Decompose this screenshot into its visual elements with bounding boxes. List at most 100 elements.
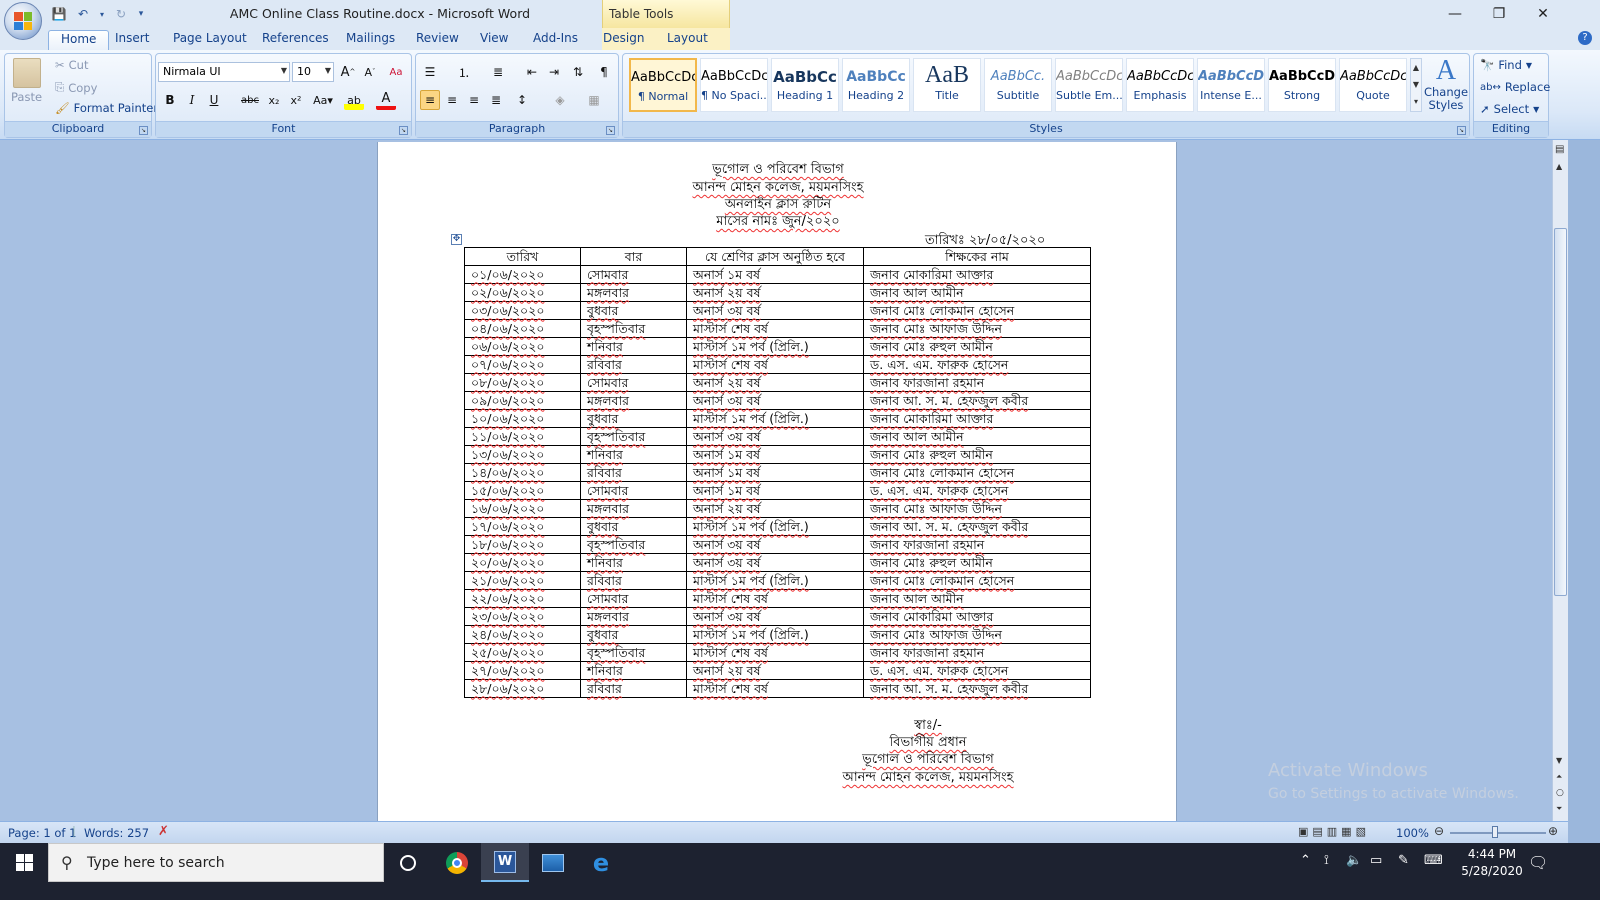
table-cell[interactable]: জনাব মোঃ রুহুল আমীন [863,553,1091,572]
table-cell[interactable]: ড. এস. এম. ফারুক হোসেন [863,355,1091,374]
table-cell[interactable]: ০৭/০৬/২০২০ [464,355,581,374]
tab-view[interactable]: View [468,30,520,50]
table-cell[interactable]: জনাব মোকারিমা আক্তার [863,265,1091,284]
font-color-icon[interactable]: A [376,90,396,110]
bullets-icon[interactable]: ☰ [420,62,440,82]
tab-home[interactable]: Home [48,30,110,50]
table-cell[interactable]: বুধবার [580,301,687,320]
table-cell[interactable]: অনার্স ৩য় বর্ষ [686,427,864,446]
table-cell[interactable]: শনিবার [580,661,687,680]
zoom-slider-handle[interactable] [1492,826,1498,838]
show-marks-icon[interactable]: ¶ [594,62,614,82]
style-strong[interactable]: AaBbCcDcStrong [1268,58,1336,112]
table-cell[interactable]: মাস্টার্স ১ম পর্ব (প্রিলি.) [686,409,864,428]
style-no-spacing[interactable]: AaBbCcDc ¶ No Spaci... [700,58,768,112]
table-cell[interactable]: জনাব মোঃ লোকমান হোসেন [863,301,1091,320]
shading-icon[interactable]: ◈ [550,90,570,110]
style-emphasis[interactable]: AaBbCcDc Emphasis [1126,58,1194,112]
table-cell[interactable]: মাস্টার্স ১ম পর্ব (প্রিলি.) [686,571,864,590]
network-icon[interactable]: ⟟ [1324,853,1329,868]
tab-layout[interactable]: Layout [655,30,720,50]
table-cell[interactable]: ১৩/০৬/২০২০ [464,445,581,464]
table-cell[interactable]: ২৮/০৬/২০২০ [464,679,581,698]
close-button[interactable]: ✕ [1520,0,1566,28]
help-icon[interactable]: ? [1578,31,1592,45]
table-cell[interactable]: অনার্স ২য় বর্ষ [686,283,864,302]
table-cell[interactable]: বৃহস্পতিবার [580,643,687,662]
keyboard-icon[interactable]: ⌨ [1424,853,1443,868]
subscript-icon[interactable]: x₂ [264,90,284,110]
windows-start-icon[interactable] [0,843,48,882]
restore-button[interactable]: ❐ [1476,0,1522,28]
style-quote[interactable]: AaBbCcDc Quote [1339,58,1407,112]
table-cell[interactable]: শনিবার [580,445,687,464]
view-buttons[interactable]: ▣▤▥▦▧ [1298,825,1370,838]
sort-icon[interactable]: ⇅ [568,62,588,82]
table-cell[interactable]: ০১/০৬/২০২০ [464,265,581,284]
highlight-icon[interactable]: ab [344,90,364,110]
table-cell[interactable]: মাস্টার্স ১ম পর্ব (প্রিলি.) [686,517,864,536]
table-cell[interactable]: অনার্স ২য় বর্ষ [686,373,864,392]
table-cell[interactable]: অনার্স ৩য় বর্ষ [686,535,864,554]
table-cell[interactable]: রবিবার [580,679,687,698]
scroll-down-icon[interactable]: ▼ [1556,756,1562,765]
table-cell[interactable]: মাস্টার্স ১ম পর্ব (প্রিলি.) [686,625,864,644]
tab-references[interactable]: References [250,30,341,50]
table-cell[interactable]: জনাব মোঃ আফাজ উদ্দিন [863,499,1091,518]
table-cell[interactable]: রবিবার [580,355,687,374]
table-cell[interactable]: ০২/০৬/২০২০ [464,283,581,302]
table-cell[interactable]: মাস্টার্স শেষ বর্ষ [686,679,864,698]
tab-add-ins[interactable]: Add-Ins [521,30,590,50]
table-cell[interactable]: বৃহস্পতিবার [580,535,687,554]
table-cell[interactable]: জনাব মোঃ লোকমান হোসেন [863,571,1091,590]
photos-icon[interactable] [529,843,577,882]
clipboard-launcher-icon[interactable]: ↘ [139,126,148,135]
justify-icon[interactable]: ≣ [486,90,506,110]
styles-launcher-icon[interactable]: ↘ [1457,126,1466,135]
table-cell[interactable]: জনাব ফারজানা রহমান [863,535,1091,554]
underline-icon[interactable]: U [204,90,224,110]
tab-design[interactable]: Design [591,30,656,50]
clock-date[interactable]: 5/28/2020 [1458,864,1526,878]
style-intense-emphasis[interactable]: AaBbCcDcIntense E... [1197,58,1265,112]
select-button[interactable]: ➚ Select ▼ [1480,102,1539,116]
table-cell[interactable]: জনাব ফারজানা রহমান [863,643,1091,662]
word-count[interactable]: Words: 257 [84,826,149,840]
borders-icon[interactable]: ▦ [584,90,604,110]
table-cell[interactable]: ১০/০৬/২০২০ [464,409,581,428]
zoom-out-icon[interactable]: ⊖ [1434,824,1444,838]
chevron-up-icon[interactable]: ▲ [1411,59,1421,76]
copy-button[interactable]: ⎘ Copy [55,80,97,95]
tab-review[interactable]: Review [404,30,471,50]
table-cell[interactable]: অনার্স ৩য় বর্ষ [686,301,864,320]
cortana-icon[interactable] [384,843,432,882]
table-cell[interactable]: সোমবার [580,265,687,284]
table-cell[interactable]: মঙ্গলবার [580,391,687,410]
style-normal[interactable]: AaBbCcDc ¶ Normal [629,58,697,112]
page-count[interactable]: Page: 1 of 1 [8,826,76,840]
table-cell[interactable]: ড. এস. এম. ফারুক হোসেন [863,661,1091,680]
table-cell[interactable]: ১১/০৬/২০২০ [464,427,581,446]
scrollbar-thumb[interactable] [1554,228,1567,596]
table-cell[interactable]: মাস্টার্স শেষ বর্ষ [686,319,864,338]
document-page[interactable]: ভূগোল ও পরিবেশ বিভাগ আনন্দ মোহন কলেজ, ময… [377,142,1177,821]
table-cell[interactable]: মাস্টার্স শেষ বর্ষ [686,643,864,662]
table-cell[interactable]: জনাব মোঃ রুহুল আমীন [863,337,1091,356]
more-icon[interactable]: ▾ [1411,93,1421,110]
tab-page-layout[interactable]: Page Layout [161,30,259,50]
battery-icon[interactable]: ▭ [1370,853,1382,868]
table-cell[interactable]: ১৮/০৬/২০২০ [464,535,581,554]
table-cell[interactable]: মঙ্গলবার [580,499,687,518]
style-title[interactable]: AaB Title [913,58,981,112]
table-cell[interactable]: ০৮/০৬/২০২০ [464,373,581,392]
table-cell[interactable]: রবিবার [580,571,687,590]
table-cell[interactable]: ১৪/০৬/২০২০ [464,463,581,482]
table-cell[interactable]: ২৩/০৬/২০২০ [464,607,581,626]
style-heading-1[interactable]: AaBbCc Heading 1 [771,58,839,112]
volume-icon[interactable]: 🔈 [1346,853,1362,868]
table-cell[interactable]: ২২/০৬/২০২০ [464,589,581,608]
scroll-up-icon[interactable]: ▲ [1556,162,1562,171]
show-hidden-icons-icon[interactable]: ⌃ [1300,853,1311,868]
align-right-icon[interactable]: ≡ [464,90,484,110]
paragraph-launcher-icon[interactable]: ↘ [606,126,615,135]
